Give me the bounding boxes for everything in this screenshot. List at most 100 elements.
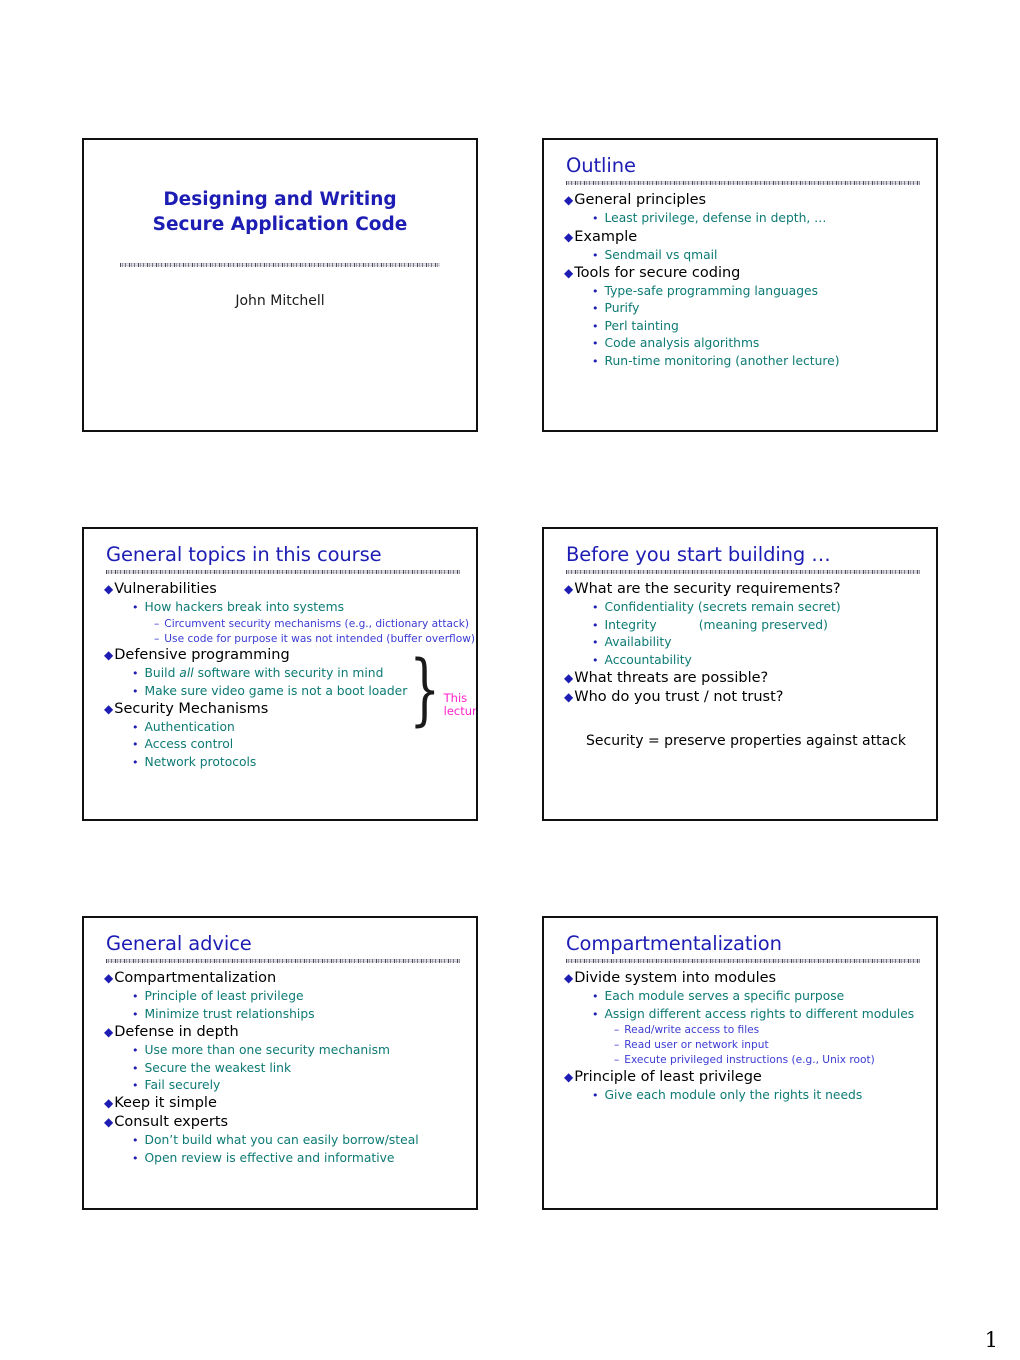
slide-outline: Outline ◆ General principles • Least privi… (542, 138, 938, 432)
bullet-text: Principle of least privilege (144, 989, 304, 1004)
emphasized-word: all (179, 666, 194, 681)
bullet-text: Read/write access to files (624, 1024, 760, 1037)
dot-bullet-icon: • (592, 319, 599, 333)
dot-bullet-icon: • (592, 1088, 599, 1102)
bullet-item-level2: • Give each module only the rights it nee… (592, 1087, 936, 1104)
bullet-text: Least privilege, defense in depth, … (604, 211, 827, 226)
bullet-item-level2: • Assign different access rights to diffe… (592, 1006, 936, 1023)
slide-general-advice: General advice ◆ Compartmentalization • Pr… (82, 916, 478, 1210)
slide-row-3: General advice ◆ Compartmentalization • Pr… (82, 916, 938, 1210)
bullet-text: Divide system into modules (574, 970, 777, 987)
bullet-item-level2: • Each module serves a specific purpose (592, 988, 936, 1005)
diamond-bullet-icon: ◆ (104, 1096, 114, 1111)
bullet-text: What are the security requirements? (574, 581, 841, 598)
handout-page: Designing and Writing Secure Application… (0, 0, 1020, 1360)
bullet-item-level2: • Run-time monitoring (another lecture) (592, 353, 936, 370)
annotation-label-line-2: lecture (443, 704, 477, 718)
bullet-item-level2: • Accountability (592, 652, 936, 669)
dot-bullet-icon: • (132, 667, 139, 681)
bullet-text: Who do you trust / not trust? (574, 688, 784, 705)
slide-general-topics: General topics in this course ◆ Vulnerabi… (82, 527, 478, 821)
dash-bullet-icon: – (154, 617, 160, 630)
slide-content: Compartmentalization ◆ Divide system into… (544, 918, 936, 1208)
bullet-item-level2: • Don’t build what you can easily borrow/… (132, 1132, 476, 1149)
slide-heading: Before you start building … (566, 543, 831, 566)
bullet-item-level2: • How hackers break into systems (132, 599, 476, 616)
bullet-item-level2: • Network protocols (132, 754, 476, 771)
title-divider-rule (566, 959, 920, 964)
bullet-item-level3: – Execute privileged instructions (e.g., … (614, 1053, 936, 1068)
bullet-text: Assign different access rights to differ… (604, 1006, 915, 1021)
diamond-bullet-icon: ◆ (104, 971, 114, 986)
dot-bullet-icon: • (132, 601, 139, 615)
bullet-text: Secure the weakest link (144, 1060, 292, 1075)
bullet-item-level2: • Sendmail vs qmail (592, 247, 936, 264)
dash-bullet-icon: – (614, 1053, 620, 1066)
bullet-text: Build all software with security in mind (144, 666, 384, 681)
dot-bullet-icon: • (592, 248, 599, 262)
diamond-bullet-icon: ◆ (104, 1115, 114, 1130)
bullet-item-level1: ◆ Consult experts (104, 1113, 476, 1132)
bullet-text: Sendmail vs qmail (604, 247, 718, 262)
bullet-text: Use more than one security mechanism (144, 1043, 391, 1058)
bullet-item-level1: ◆ Divide system into modules (564, 969, 936, 988)
diamond-bullet-icon: ◆ (104, 702, 114, 717)
curly-brace-icon: } (409, 645, 441, 735)
slide-heading: Outline (566, 154, 636, 177)
bullet-item-level1: ◆ What threats are possible? (564, 669, 936, 688)
slide-title-page: Designing and Writing Secure Application… (82, 138, 478, 432)
diamond-bullet-icon: ◆ (564, 671, 574, 686)
title-divider-rule (106, 570, 460, 575)
bullet-item-level2: • Perl tainting (592, 318, 936, 335)
slide-before-you-start-building: Before you start building … ◆ What are th… (542, 527, 938, 821)
this-lecture-annotation: } This lecture (400, 645, 477, 750)
bullet-text: Purify (604, 301, 640, 316)
bullet-text: Make sure video game is not a boot loade… (144, 683, 408, 698)
bullet-item-level2: • Integrity (meaning preserved) (592, 617, 936, 634)
slide-content: Designing and Writing Secure Application… (84, 140, 476, 430)
bullet-text: Give each module only the rights it need… (604, 1087, 863, 1102)
dot-bullet-icon: • (132, 721, 139, 735)
bullet-text: Keep it simple (114, 1095, 217, 1112)
diamond-bullet-icon: ◆ (564, 689, 574, 704)
bullet-item-level2: • Minimize trust relationships (132, 1006, 476, 1023)
bullet-text: Vulnerabilities (114, 581, 217, 598)
slide-content: General topics in this course ◆ Vulnerabi… (84, 529, 476, 819)
diamond-bullet-icon: ◆ (564, 229, 574, 244)
diamond-bullet-icon: ◆ (564, 971, 574, 986)
bullet-text: Fail securely (144, 1077, 221, 1092)
bullet-text: Don’t build what you can easily borrow/s… (144, 1133, 419, 1148)
slide-grid: Designing and Writing Secure Application… (82, 138, 938, 1305)
dot-bullet-icon: • (132, 990, 139, 1004)
bullet-text: Code analysis algorithms (604, 336, 760, 351)
bullet-text: Open review is effective and informative (144, 1150, 395, 1165)
dot-bullet-icon: • (132, 1061, 139, 1075)
bullet-text: Security Mechanisms (114, 701, 269, 718)
bullet-item-level2: • Open review is effective and informativ… (132, 1150, 476, 1167)
dot-bullet-icon: • (132, 1044, 139, 1058)
dot-bullet-icon: • (592, 653, 599, 667)
dot-bullet-icon: • (132, 755, 139, 769)
bullet-text: General principles (574, 192, 707, 209)
bullet-item-level1: ◆ Defense in depth (104, 1023, 476, 1042)
dot-bullet-icon: • (592, 354, 599, 368)
bullet-text: Each module serves a specific purpose (604, 989, 845, 1004)
dot-bullet-icon: • (132, 1078, 139, 1092)
diamond-bullet-icon: ◆ (564, 1069, 574, 1084)
bullet-list: ◆ Compartmentalization • Principle of leas… (84, 969, 476, 1167)
bullet-item-level1: ◆ General principles (564, 191, 936, 210)
dot-bullet-icon: • (592, 302, 599, 316)
title-divider-rule (106, 959, 460, 964)
dot-bullet-icon: • (132, 1151, 139, 1165)
bullet-item-level3: – Read/write access to files (614, 1023, 936, 1038)
bullet-text: Perl tainting (604, 318, 679, 333)
bullet-text: Minimize trust relationships (144, 1006, 315, 1021)
bullet-item-level3: – Circumvent security mechanisms (e.g., d… (154, 617, 476, 632)
bullet-text: Example (574, 228, 638, 245)
bullet-text: Tools for secure coding (574, 265, 741, 282)
dot-bullet-icon: • (592, 618, 599, 632)
bullet-item-level2: • Code analysis algorithms (592, 335, 936, 352)
slide-compartmentalization: Compartmentalization ◆ Divide system into… (542, 916, 938, 1210)
bullet-text-continued: (meaning preserved) (698, 617, 828, 632)
bullet-text: Integrity (604, 617, 657, 632)
